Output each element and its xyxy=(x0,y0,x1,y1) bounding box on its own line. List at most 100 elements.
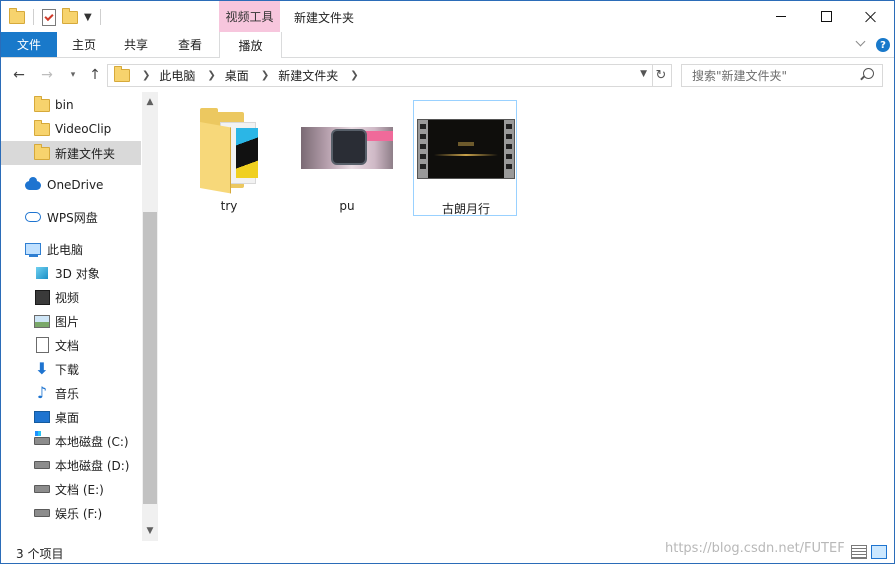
sidebar-item-videoclip[interactable]: VideoClip xyxy=(1,117,141,141)
breadcrumb-chevron-icon[interactable]: ❯ xyxy=(261,70,269,81)
folder-icon xyxy=(200,108,258,194)
file-item-pu[interactable]: pu xyxy=(295,100,399,216)
sidebar-item-label: 文档 (E:) xyxy=(55,482,104,497)
sidebar-item-label: 视频 xyxy=(55,290,80,305)
address-bar[interactable]: ❯ 此电脑 ❯ 桌面 ❯ 新建文件夹 ❯ ▼ xyxy=(107,64,653,87)
sidebar-item-downloads[interactable]: ⬇ 下载 xyxy=(1,357,141,381)
refresh-icon[interactable]: ↻ xyxy=(651,64,672,87)
sidebar-item-label: VideoClip xyxy=(55,122,112,136)
maximize-button[interactable] xyxy=(803,1,849,32)
search-icon[interactable] xyxy=(863,68,874,79)
folder-icon xyxy=(34,95,50,112)
file-list[interactable]: try pu 古朗月行 xyxy=(159,92,894,541)
tab-view[interactable]: 查看 xyxy=(165,32,215,57)
customize-toolbar-icon[interactable]: ▼ xyxy=(84,12,92,23)
breadcrumb-chevron-icon[interactable]: ❯ xyxy=(142,70,150,81)
scrollbar-thumb[interactable] xyxy=(143,212,157,504)
sidebar-item-label: bin xyxy=(55,98,74,112)
desktop-icon xyxy=(34,411,50,423)
tab-home[interactable]: 主页 xyxy=(60,32,108,57)
file-name: pu xyxy=(339,199,355,213)
sidebar-item-label: 图片 xyxy=(55,314,80,329)
breadcrumb-chevron-icon[interactable]: ❯ xyxy=(350,70,358,81)
quick-access-toolbar: ▼ xyxy=(9,7,103,27)
properties-icon[interactable] xyxy=(42,8,56,26)
window-title: 新建文件夹 xyxy=(294,11,355,25)
sidebar-item-bin[interactable]: bin xyxy=(1,93,141,117)
this-pc-icon xyxy=(25,243,41,257)
file-explorer-window: ▼ 视频工具 新建文件夹 文件 主页 共享 查看 播放 ? ← → ▾ ↑ ❯ … xyxy=(0,0,895,564)
details-view-icon[interactable] xyxy=(851,545,867,559)
folder-icon xyxy=(34,143,50,160)
sidebar-item-drive-c[interactable]: 本地磁盘 (C:) xyxy=(1,429,141,453)
sidebar-item-3d-objects[interactable]: 3D 对象 xyxy=(1,261,141,285)
scroll-down-icon[interactable]: ▼ xyxy=(142,523,158,539)
folder-icon xyxy=(9,7,25,24)
drive-icon xyxy=(34,509,50,517)
scroll-up-icon[interactable]: ▲ xyxy=(142,94,158,110)
sidebar-item-this-pc[interactable]: 此电脑 xyxy=(1,237,141,261)
minimize-button[interactable] xyxy=(758,1,804,32)
up-arrow-icon[interactable]: ↑ xyxy=(86,66,104,84)
videos-icon xyxy=(34,289,50,305)
tab-share[interactable]: 共享 xyxy=(112,32,160,57)
sidebar-item-label: 音乐 xyxy=(55,386,80,401)
folder-thumbnail xyxy=(177,100,281,196)
sidebar-item-onedrive[interactable]: OneDrive xyxy=(1,173,141,197)
large-icons-view-icon[interactable] xyxy=(871,545,887,559)
sidebar-item-label: 本地磁盘 (C:) xyxy=(55,434,129,449)
file-item-video[interactable]: 古朗月行 xyxy=(413,100,517,216)
documents-icon xyxy=(35,337,49,353)
sidebar-item-wps-cloud[interactable]: WPS网盘 xyxy=(1,205,141,229)
sidebar-item-label: 此电脑 xyxy=(47,242,84,257)
drive-icon xyxy=(34,485,50,493)
address-dropdown-icon[interactable]: ▼ xyxy=(640,69,647,79)
back-arrow-icon[interactable]: ← xyxy=(10,66,28,84)
file-item-try[interactable]: try xyxy=(177,100,281,216)
sidebar-item-label: WPS网盘 xyxy=(47,210,98,225)
breadcrumb-new-folder[interactable]: 新建文件夹 xyxy=(278,67,338,84)
sidebar-scrollbar[interactable]: ▲ ▼ xyxy=(142,92,158,541)
sidebar-item-new-folder[interactable]: 新建文件夹 xyxy=(1,141,141,165)
item-count: 3 个项目 xyxy=(16,547,64,561)
sidebar-item-drive-e[interactable]: 文档 (E:) xyxy=(1,477,141,501)
wps-cloud-icon xyxy=(25,212,41,222)
forward-arrow-icon[interactable]: → xyxy=(38,66,56,84)
folder-icon xyxy=(34,119,50,136)
navigation-pane: bin VideoClip 新建文件夹 OneDrive WPS网盘 此电脑 3… xyxy=(1,92,158,541)
photo-icon xyxy=(301,127,393,169)
drive-c-icon xyxy=(34,431,50,445)
sidebar-item-label: 3D 对象 xyxy=(55,266,100,281)
close-button[interactable] xyxy=(848,1,894,32)
title-bar: ▼ 视频工具 新建文件夹 xyxy=(1,1,894,32)
breadcrumb-this-pc[interactable]: 此电脑 xyxy=(159,67,195,84)
file-name: try xyxy=(220,199,238,213)
sidebar-item-desktop[interactable]: 桌面 xyxy=(1,405,141,429)
sidebar-item-drive-d[interactable]: 本地磁盘 (D:) xyxy=(1,453,141,477)
search-box[interactable] xyxy=(681,64,883,87)
toolbar-divider xyxy=(33,9,34,25)
sidebar-item-documents[interactable]: 文档 xyxy=(1,333,141,357)
sidebar-item-videos[interactable]: 视频 xyxy=(1,285,141,309)
sidebar-item-drive-f[interactable]: 娱乐 (F:) xyxy=(1,501,141,525)
sidebar-item-music[interactable]: ♪ 音乐 xyxy=(1,381,141,405)
tab-file[interactable]: 文件 xyxy=(1,32,57,57)
file-name: 古朗月行 xyxy=(441,202,490,216)
search-input[interactable] xyxy=(690,67,862,84)
sidebar-item-label: 下载 xyxy=(55,362,80,377)
tab-play[interactable]: 播放 xyxy=(219,32,282,58)
folder-icon xyxy=(114,66,130,82)
sidebar-item-label: OneDrive xyxy=(47,178,104,192)
sidebar-item-label: 娱乐 (F:) xyxy=(55,506,103,521)
navigation-bar: ← → ▾ ↑ ❯ 此电脑 ❯ 桌面 ❯ 新建文件夹 ❯ ▼ ↻ xyxy=(1,58,894,92)
breadcrumb-desktop[interactable]: 桌面 xyxy=(225,67,249,84)
sidebar-item-label: 桌面 xyxy=(55,410,80,425)
watermark: https://blog.csdn.net/FUTEF xyxy=(665,541,845,556)
help-icon[interactable]: ? xyxy=(876,38,890,52)
maximize-icon xyxy=(820,11,832,22)
sidebar-item-pictures[interactable]: 图片 xyxy=(1,309,141,333)
expand-ribbon-chevron-icon[interactable] xyxy=(855,38,867,50)
new-folder-icon[interactable] xyxy=(62,7,78,24)
breadcrumb-chevron-icon[interactable]: ❯ xyxy=(207,70,215,81)
recent-locations-chevron-icon[interactable]: ▾ xyxy=(64,66,82,84)
